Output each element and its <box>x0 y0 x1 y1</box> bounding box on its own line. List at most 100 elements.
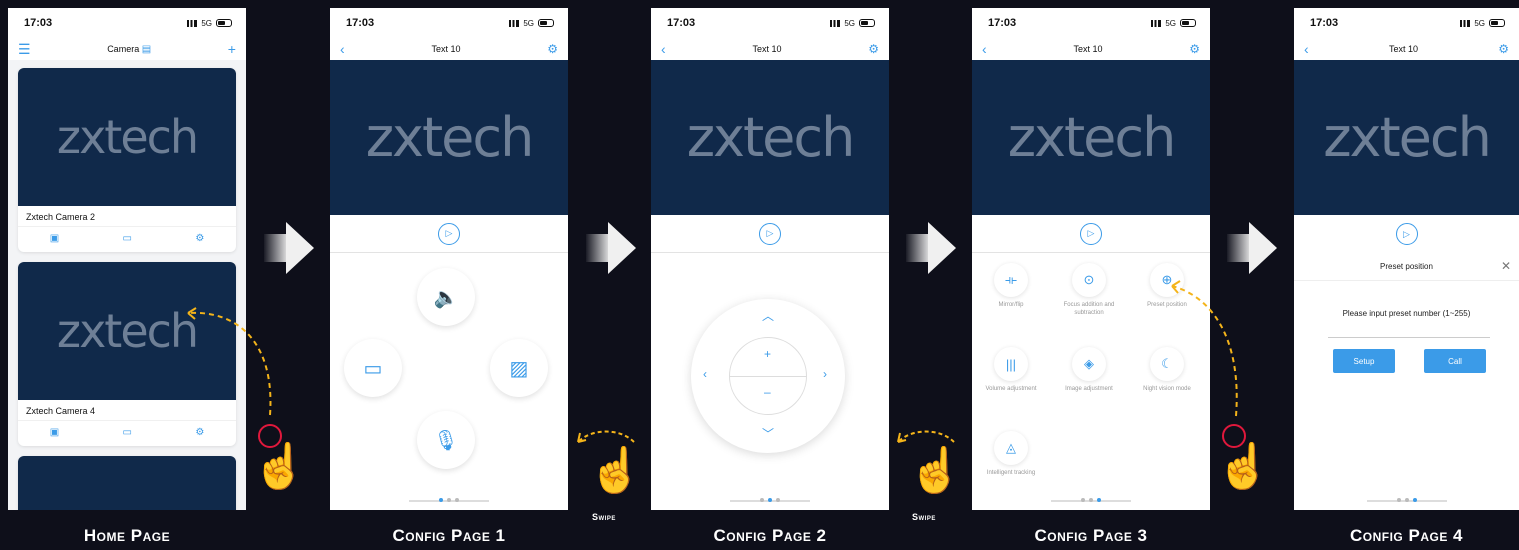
ptz-joystick[interactable]: ︿ ‹ › ﹀ + – <box>691 299 845 453</box>
gear-icon[interactable]: ⚙ <box>195 233 204 244</box>
page-dot <box>776 498 780 502</box>
status-time: 17:03 <box>346 17 375 29</box>
battery-icon <box>1180 19 1196 27</box>
camera-name: Zxtech Camera 2 <box>26 212 96 222</box>
zoom-out-icon[interactable]: – <box>764 385 771 399</box>
add-icon[interactable]: + <box>228 41 236 57</box>
signal-icon <box>1460 19 1471 27</box>
caption-config-2: Config Page 2 <box>713 526 827 545</box>
camera-logo: zxtech <box>1007 106 1177 169</box>
back-icon[interactable]: ‹ <box>1304 41 1309 57</box>
status-bar: 17:03 5G <box>330 8 568 38</box>
zoom-in-icon[interactable]: + <box>764 347 771 361</box>
phone-config-2: 17:03 5G ‹ Text 10 ⚙ zxtech ▷ ︿ ‹ › ﹀ + … <box>651 8 889 510</box>
close-icon[interactable]: ✕ <box>1501 259 1511 273</box>
mirror-flip-button[interactable]: ⟛ Mirror/flip <box>976 263 1046 310</box>
microphone-button[interactable]: 🎙 <box>417 411 475 469</box>
camera-logo: zxtech <box>56 304 199 358</box>
focus-button[interactable]: ⊙ Focus addition and subtraction <box>1054 263 1124 318</box>
caption-home: Home Page <box>83 526 171 545</box>
tap-path-arrow <box>187 307 272 416</box>
volume-button[interactable]: ||| Volume adjustment <box>976 347 1046 394</box>
network-label: 5G <box>844 18 855 28</box>
camera-preview[interactable]: zxtech <box>651 60 889 215</box>
playback-icon[interactable]: ▷ <box>759 222 781 245</box>
home-navbar: ☰ Camera ▤ + <box>8 38 246 60</box>
playback-icon[interactable]: ▷ <box>1395 223 1418 245</box>
page-title: Text 10 <box>1388 44 1418 54</box>
hand-swipe-icon: ☝ <box>908 446 963 495</box>
gear-icon[interactable]: ⚙ <box>1189 42 1200 56</box>
sd-card-icon[interactable]: ▣ <box>50 233 59 244</box>
pan-right-icon[interactable]: › <box>823 367 827 381</box>
battery-icon <box>216 19 232 27</box>
caption-config-3: Config Page 3 <box>1034 526 1148 545</box>
status-time: 17:03 <box>988 17 1017 29</box>
sd-card-icon[interactable]: ▣ <box>50 427 59 438</box>
camera-preview[interactable]: zxtech <box>18 68 236 206</box>
next-arrow-icon <box>264 222 314 274</box>
pan-down-icon[interactable]: ﹀ <box>762 425 774 442</box>
signal-icon <box>187 19 198 27</box>
back-icon[interactable]: ‹ <box>340 41 345 57</box>
camera-card[interactable] <box>18 456 236 510</box>
record-video-button[interactable]: ▭ <box>344 339 402 397</box>
phone-config-3: 17:03 5G ‹ Text 10 ⚙ zxtech ▷ ⟛ Mirror/fl… <box>972 8 1210 510</box>
status-time: 17:03 <box>1310 17 1339 29</box>
page-dot <box>1089 498 1093 502</box>
back-icon[interactable]: ‹ <box>982 41 987 57</box>
camera-logo: zxtech <box>365 106 535 169</box>
camera-preview[interactable]: zxtech <box>1294 60 1519 215</box>
back-icon[interactable]: ‹ <box>661 41 666 57</box>
next-arrow-icon <box>906 222 956 274</box>
folder-icon[interactable]: ▭ <box>123 233 132 244</box>
image-adjust-button[interactable]: ◈ Image adjustment <box>1054 347 1124 394</box>
camera-preview[interactable] <box>18 456 236 510</box>
location-icon: ◬ <box>994 431 1028 465</box>
camera-preview[interactable]: zxtech <box>972 60 1210 215</box>
folder-icon[interactable]: ▭ <box>123 427 132 438</box>
page-title: Text 10 <box>1073 44 1103 54</box>
call-button[interactable]: Call <box>1424 349 1486 373</box>
playback-icon[interactable]: ▷ <box>438 222 460 245</box>
camera-logo: zxtech <box>686 106 856 169</box>
network-label: 5G <box>1474 18 1485 28</box>
camera-logo: zxtech <box>1323 106 1492 169</box>
gear-icon[interactable]: ⚙ <box>1498 42 1509 56</box>
network-label: 5G <box>1165 18 1176 28</box>
gear-icon[interactable]: ⚙ <box>868 42 879 56</box>
battery-icon <box>538 19 554 27</box>
pan-left-icon[interactable]: ‹ <box>703 367 707 381</box>
page-dot <box>768 498 772 502</box>
setup-button[interactable]: Setup <box>1333 349 1395 373</box>
focus-icon: ⊙ <box>1072 263 1106 297</box>
preset-number-input[interactable] <box>1328 337 1490 338</box>
config-navbar: ‹ Text 10 ⚙ <box>330 38 568 60</box>
page-dot <box>447 498 451 502</box>
page-dot <box>1412 498 1417 502</box>
playback-icon[interactable]: ▷ <box>1080 222 1102 245</box>
tracking-button[interactable]: ◬ Intelligent tracking <box>976 431 1046 478</box>
signal-icon <box>1151 19 1162 27</box>
speaker-button[interactable]: 🔈 <box>417 268 475 326</box>
gear-icon[interactable]: ⚙ <box>547 42 558 56</box>
ptz-panel: ︿ ‹ › ﹀ + – <box>651 253 889 510</box>
camera-card[interactable]: zxtech Zxtech Camera 2 ▣ ▭ ⚙ <box>18 68 236 252</box>
camera-preview[interactable]: zxtech <box>330 60 568 215</box>
page-title: Text 10 <box>431 44 461 54</box>
menu-icon[interactable]: ☰ <box>18 41 31 58</box>
status-time: 17:03 <box>667 17 696 29</box>
signal-icon <box>830 19 841 27</box>
pan-up-icon[interactable]: ︿ <box>762 307 774 324</box>
page-dot <box>1097 498 1101 502</box>
snapshot-button[interactable]: ▨ <box>490 339 548 397</box>
config-navbar: ‹ Text 10 ⚙ <box>1294 38 1519 60</box>
tap-path-arrow <box>1171 280 1238 417</box>
image-adjust-icon: ◈ <box>1072 347 1106 381</box>
preset-prompt: Please input preset number (1~255) <box>1342 309 1471 318</box>
status-bar: 17:03 5G <box>651 8 889 38</box>
swipe-label: Swipe <box>592 512 616 522</box>
hand-tap-icon: ☝ <box>252 442 307 491</box>
layout-icon[interactable]: ▤ <box>142 44 151 55</box>
signal-icon <box>509 19 520 27</box>
